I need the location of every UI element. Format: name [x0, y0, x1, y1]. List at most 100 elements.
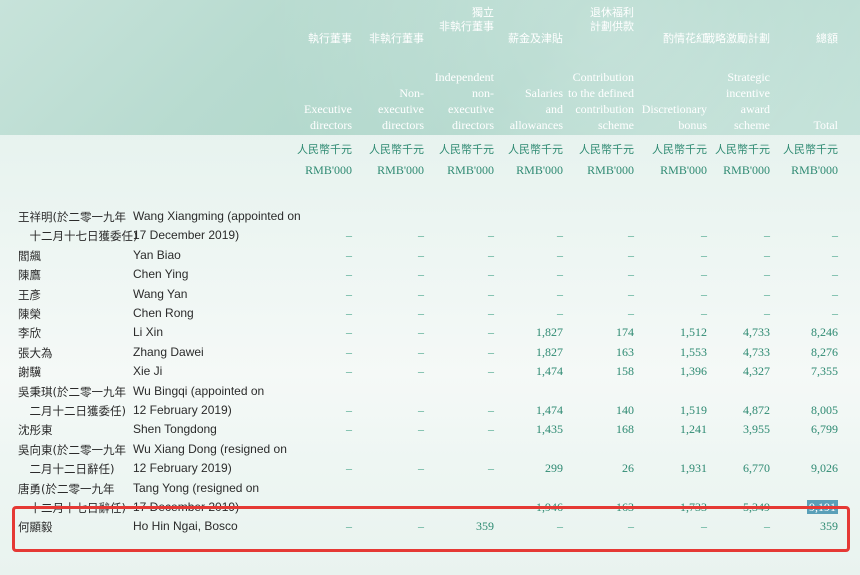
value-cell: –	[424, 287, 494, 302]
value-cell: 1,827	[493, 325, 563, 340]
value-cell: 1,396	[637, 364, 707, 379]
value-cell: 174	[564, 325, 634, 340]
table-row: 王彥 Wang Yan – – – – – – – –	[0, 286, 860, 304]
value-cell: –	[564, 306, 634, 321]
value-cell: –	[354, 422, 424, 437]
value-cell: –	[354, 248, 424, 263]
row-name-zh: 陳鷹	[18, 268, 41, 283]
unit-zh: 人民幣千元	[369, 143, 424, 156]
value-text: 9,026	[811, 461, 838, 476]
table-row: 沈彤東 Shen Tongdong – – –1,435 168 1,241 3,955 6,7…	[0, 421, 860, 439]
value-text: 4,733	[743, 344, 770, 359]
table-row: 十二月十七日獲委任) 17 December 2019) – – – – – – – –	[0, 227, 860, 245]
table-row: 吳向東(於二零一九年 Wu Xiang Dong (resigned on	[0, 441, 860, 459]
highlight-box	[12, 506, 850, 552]
column-header-zh: 戰略激勵計劃	[704, 32, 770, 45]
table-row: 二月十二日獲委任) 12 February 2019) – – –1,474 140 1,5…	[0, 402, 860, 420]
value-text: 3,955	[743, 422, 770, 437]
row-name-zh: 陳榮	[18, 307, 41, 321]
value-cell: –	[700, 248, 770, 263]
row-name-en: Tang Yong (resigned on	[133, 480, 260, 495]
column-header-7: 戰略激勵計劃 Strategic incentive award scheme	[700, 2, 770, 135]
unit-en: RMB'000	[723, 163, 770, 177]
unit-en: RMB'000	[791, 163, 838, 177]
value-text: 1,435	[536, 422, 563, 437]
value-cell: 4,733	[700, 345, 770, 360]
column-header-en: Contribution to the defined contribution…	[568, 70, 634, 132]
value-cell: –	[564, 267, 634, 282]
value-cell: 158	[564, 364, 634, 379]
unit-en: RMB'000	[516, 163, 563, 177]
value-cell: –	[354, 306, 424, 321]
row-name-zh: 閻飆	[18, 248, 41, 263]
value-text: 7,355	[811, 364, 838, 379]
row-name-zh: 李欣	[18, 326, 41, 341]
value-cell: 4,733	[700, 325, 770, 340]
row-name-en: Wang Yan	[133, 286, 188, 301]
value-text: 6,770	[743, 461, 770, 476]
value-cell: –	[700, 228, 770, 243]
value-text: 4,872	[743, 403, 770, 417]
value-cell: –	[354, 287, 424, 302]
unit-en: RMB'000	[377, 163, 424, 177]
value-cell: –	[354, 325, 424, 340]
value-text: –	[557, 247, 563, 262]
value-text: –	[346, 364, 352, 379]
table-row: 閻飆 Yan Biao – – – – – – – –	[0, 247, 860, 265]
row-name-zh: 謝驥	[18, 365, 41, 380]
unit-label-6: 人民幣千元 RMB'000	[637, 142, 707, 178]
column-header-zh: 執行董事	[308, 32, 352, 45]
unit-label-8: 人民幣千元 RMB'000	[768, 142, 838, 178]
column-header-zh: 退休福利 計劃供款	[590, 6, 634, 33]
column-header-6: 酌情花紅 Discretionary bonus	[637, 2, 707, 135]
value-cell: –	[768, 267, 838, 282]
value-cell: 8,246	[768, 325, 838, 340]
unit-zh: 人民幣千元	[652, 143, 707, 156]
table-row: 二月十二日辭任) 12 February 2019) – – –299 26 1,931 6,…	[0, 460, 860, 478]
value-cell: –	[493, 287, 563, 302]
value-cell: 1,474	[493, 364, 563, 379]
value-cell: –	[700, 306, 770, 321]
value-text: 1,827	[536, 325, 563, 340]
row-name-zh: 吳向東(於二零一九年	[18, 442, 126, 457]
value-text: 158	[616, 364, 634, 379]
value-cell: –	[424, 422, 494, 437]
value-text: 8,276	[811, 344, 838, 359]
value-text: 174	[616, 325, 634, 340]
value-text: 4,327	[743, 364, 770, 379]
column-header-zh: 總額	[816, 32, 838, 45]
column-header-8: 總額 Total	[768, 2, 839, 135]
value-text: –	[346, 286, 352, 301]
value-text: –	[346, 422, 352, 437]
row-name-en: Li Xin	[133, 325, 164, 340]
value-cell: 7,355	[768, 364, 838, 379]
value-cell: –	[493, 306, 563, 321]
value-cell: –	[282, 287, 352, 302]
value-cell: 6,770	[700, 461, 770, 476]
value-text: –	[832, 247, 838, 262]
value-cell: –	[354, 403, 424, 418]
value-cell: –	[282, 325, 352, 340]
value-text: –	[346, 306, 352, 320]
value-cell: –	[354, 461, 424, 476]
value-cell: –	[700, 287, 770, 302]
value-cell: 3,955	[700, 422, 770, 437]
value-cell: –	[282, 422, 352, 437]
value-cell: 8,005	[768, 403, 838, 418]
column-header-en: Total	[813, 118, 839, 132]
unit-zh: 人民幣千元	[715, 143, 770, 156]
value-cell: –	[424, 248, 494, 263]
unit-label-2: 人民幣千元 RMB'000	[354, 142, 424, 178]
column-header-en: Discretionary bonus	[641, 102, 707, 132]
value-text: 299	[545, 461, 563, 476]
value-cell: 168	[564, 422, 634, 437]
row-name-en: 12 February 2019)	[133, 403, 232, 417]
table-row: 李欣 Li Xin – – –1,827 174 1,512 4,733 8,246	[0, 324, 860, 342]
value-cell: –	[354, 228, 424, 243]
value-cell: –	[564, 248, 634, 263]
value-cell: –	[768, 228, 838, 243]
value-text: 1,827	[536, 344, 563, 359]
row-name-en: Yan Biao	[133, 247, 181, 262]
value-cell: –	[424, 345, 494, 360]
row-name-en: Xie Ji	[133, 364, 163, 379]
